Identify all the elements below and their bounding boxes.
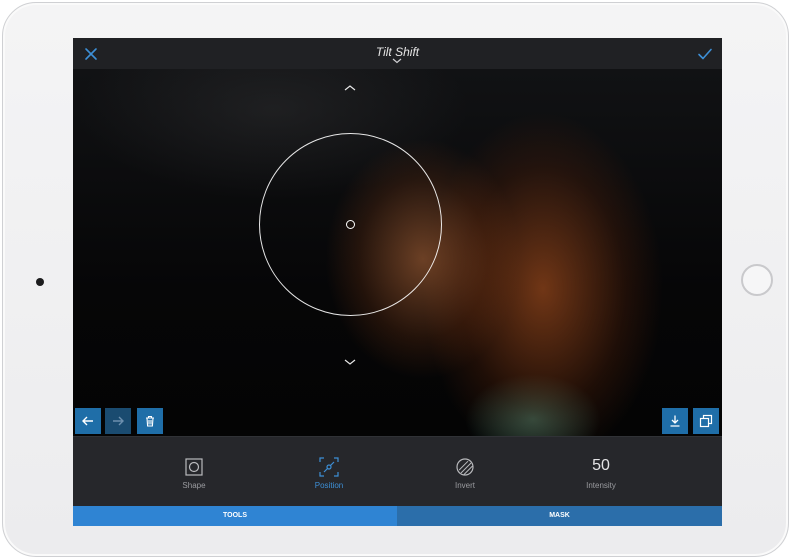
undo-button[interactable]	[75, 408, 101, 434]
arrow-right-icon	[113, 416, 124, 426]
mask-center-handle[interactable]	[346, 220, 355, 229]
tool-position-label: Position	[314, 481, 344, 490]
tab-bar: TOOLS MASK	[73, 506, 722, 526]
tab-tools[interactable]: TOOLS	[73, 506, 397, 526]
chevron-down-icon[interactable]	[391, 58, 403, 64]
tool-position[interactable]: Position	[269, 437, 389, 507]
tool-intensity-label: Intensity	[586, 481, 616, 490]
copy-icon	[699, 414, 713, 428]
front-camera	[36, 278, 44, 286]
tab-mask[interactable]: MASK	[397, 506, 722, 526]
delete-button[interactable]	[137, 408, 163, 434]
tool-shape-label: Shape	[182, 481, 206, 490]
tool-invert-label: Invert	[454, 481, 475, 490]
intensity-value: 50	[592, 457, 610, 474]
checkmark-icon[interactable]	[697, 46, 713, 62]
download-icon	[670, 415, 680, 427]
mask-bottom-handle-icon[interactable]	[344, 359, 356, 365]
top-bar: Tilt Shift	[73, 38, 722, 70]
arrow-left-icon	[82, 416, 93, 426]
editor-screen: Tilt Shift Shape Position Invert 50 Inte…	[73, 38, 722, 526]
page-title: Tilt Shift	[375, 45, 420, 59]
invert-icon	[456, 458, 474, 476]
home-button[interactable]	[741, 264, 773, 296]
compare-button[interactable]	[693, 408, 719, 434]
download-button[interactable]	[662, 408, 688, 434]
square-shape-icon	[185, 458, 203, 476]
position-icon	[319, 457, 339, 477]
tool-intensity[interactable]: 50 Intensity	[541, 437, 661, 507]
photo-canvas[interactable]	[73, 69, 722, 436]
tablet-frame: Tilt Shift Shape Position Invert 50 Inte…	[2, 2, 789, 557]
redo-button[interactable]	[105, 408, 131, 434]
tool-invert[interactable]: Invert	[405, 437, 525, 507]
trash-icon	[146, 415, 154, 427]
mask-top-handle-icon[interactable]	[344, 85, 356, 91]
tool-shape[interactable]: Shape	[134, 437, 254, 507]
tools-toolbar: Shape Position Invert 50 Intensity	[73, 436, 722, 507]
